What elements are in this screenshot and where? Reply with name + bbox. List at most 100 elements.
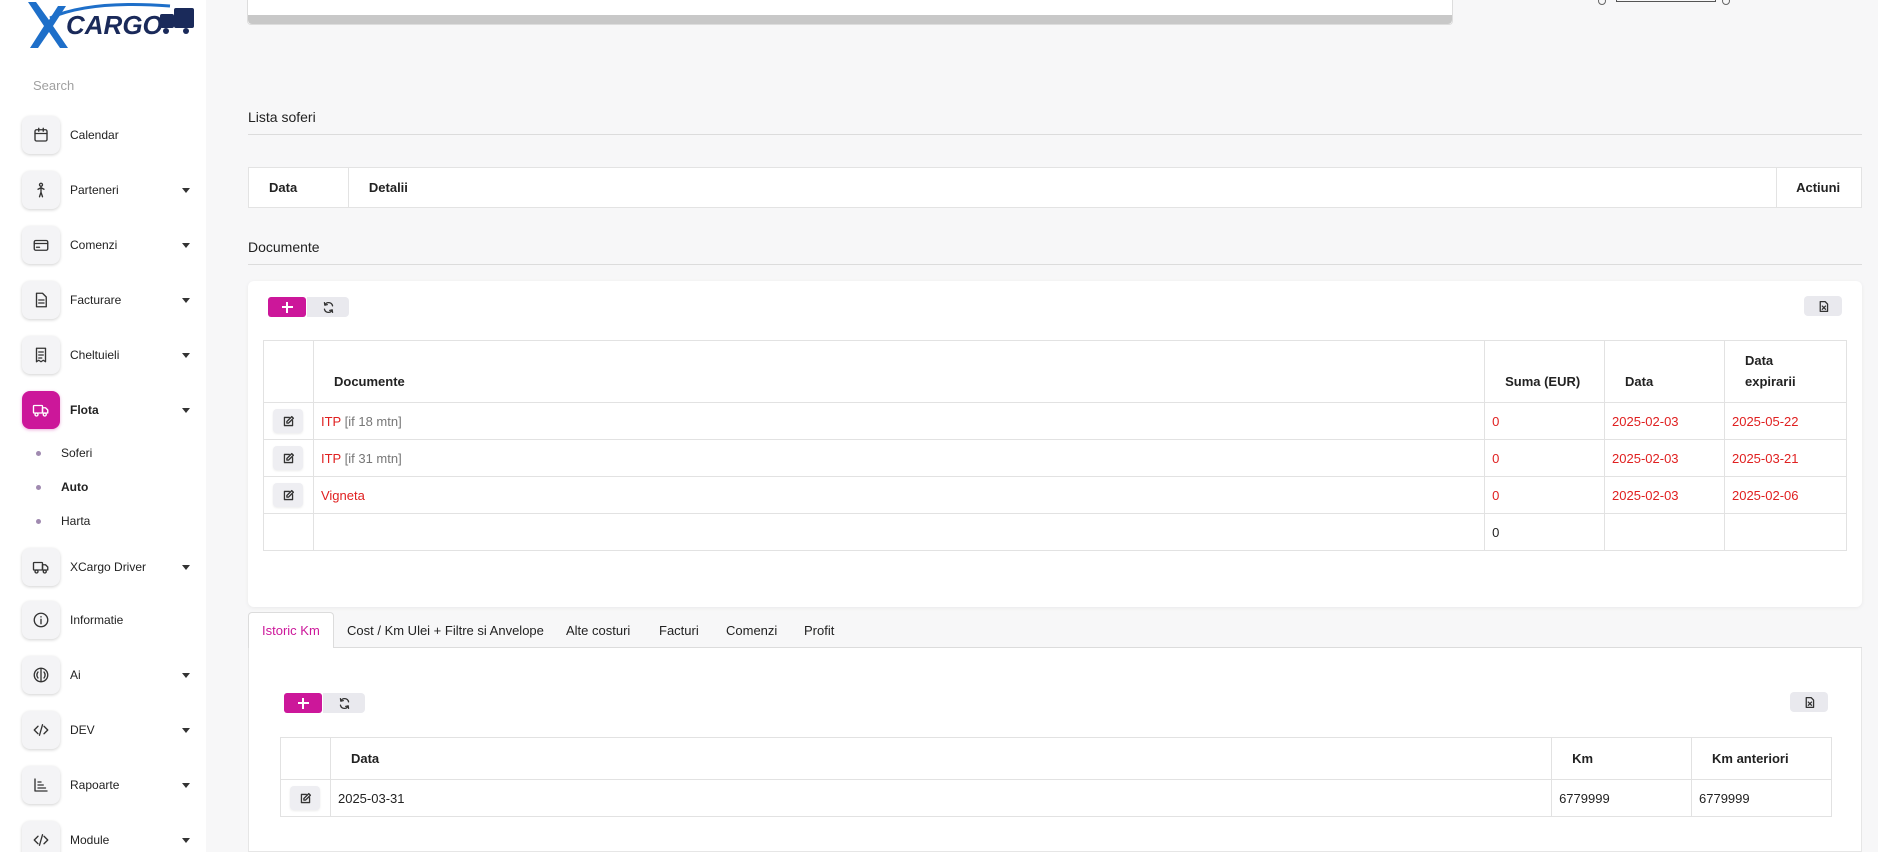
column-header-documente[interactable]: Documente [312,340,1486,403]
empty-cell [1723,513,1848,551]
sidebar-item-cheltuieli[interactable]: Cheltuieli [22,335,198,375]
receipt-icon [22,336,60,374]
tab-istoric-km[interactable]: Istoric Km [248,612,334,649]
chevron-down-icon[interactable] [182,407,190,413]
excel-file-icon [1819,300,1828,312]
sidebar-subitem-auto[interactable]: Auto [36,477,88,497]
document-name[interactable]: ITP [321,414,341,429]
edit-cell [263,476,314,514]
sidebar-item-xcargo-driver[interactable]: XCargo Driver [22,547,198,587]
expirare-cell: 2025-02-06 [1723,476,1848,514]
chevron-down-icon[interactable] [182,352,190,358]
chevron-down-icon[interactable] [182,297,190,303]
column-header-detalii[interactable]: Detalii [349,168,1778,207]
empty-cell [263,513,314,551]
truck-icon [22,391,60,429]
sidebar-subitem-label: Soferi [61,446,93,460]
vehicle-tabs: Istoric Km Cost / Km Ulei + Filtre si An… [248,612,1862,649]
column-header-edit [280,737,331,780]
column-header-km-anteriori[interactable]: Km anteriori [1691,737,1832,780]
sidebar-item-label: Calendar [70,128,119,142]
top-right-control[interactable] [1598,0,1730,5]
sidebar-item-label: XCargo Driver [70,560,147,574]
sidebar-item-label: Ai [70,668,81,682]
export-excel-button[interactable] [1804,296,1842,316]
suma-cell: 0 [1484,402,1606,440]
data-cell: 2025-02-03 [1604,439,1725,477]
edit-button[interactable] [273,446,304,470]
excel-file-icon [1805,696,1814,708]
sidebar-subitem-harta[interactable]: Harta [36,511,90,531]
sidebar-item-calendar[interactable]: Calendar [22,115,198,155]
edit-button[interactable] [290,786,321,810]
tab-facturi[interactable]: Facturi [659,612,699,648]
chevron-down-icon[interactable] [182,672,190,678]
column-header-data[interactable]: Data [329,737,1553,780]
sidebar-item-dev[interactable]: DEV [22,710,198,750]
tab-cost-km[interactable]: Cost / Km Ulei + Filtre si Anvelope [347,612,544,648]
chevron-down-icon[interactable] [182,242,190,248]
sidebar-item-parteneri[interactable]: Parteneri [22,170,198,210]
add-document-button[interactable] [268,297,306,317]
chevron-down-icon[interactable] [182,564,190,570]
sidebar-item-ai[interactable]: Ai [22,655,198,695]
chevron-down-icon[interactable] [182,727,190,733]
sidebar-item-label: Module [70,833,110,847]
sidebar-item-facturare[interactable]: Facturare [22,280,198,320]
column-header-data[interactable]: Data [249,168,349,207]
add-km-button[interactable] [284,693,322,713]
document-name-cell: Vigneta [312,476,1486,514]
sidebar-item-label: Parteneri [70,183,119,197]
tab-comenzi[interactable]: Comenzi [726,612,777,648]
chevron-down-icon[interactable] [182,782,190,788]
column-header-data-expirarii[interactable]: Data expirarii [1723,340,1848,403]
column-header-data[interactable]: Data [1604,340,1725,403]
truck-icon [22,548,60,586]
xcargo-logo[interactable]: CARGO [20,0,196,52]
sidebar-item-rapoarte[interactable]: Rapoarte [22,765,198,805]
sidebar-search-input[interactable] [33,75,183,95]
sidebar-item-label: Flota [70,403,99,417]
table-row: ITP [if 18 mtn] 0 2025-02-03 2025-05-22 [263,402,1848,440]
sidebar-item-informatie[interactable]: Informatie [22,600,198,640]
document-name[interactable]: ITP [321,451,341,466]
sidebar-item-module[interactable]: Module [22,820,198,852]
edit-button[interactable] [273,409,304,433]
refresh-documents-button[interactable] [307,297,349,317]
chevron-down-icon[interactable] [182,187,190,193]
sidebar-item-label: Rapoarte [70,778,120,792]
section-title-lista-soferi: Lista soferi [248,109,316,125]
logo-text: CARGO [66,10,163,40]
documents-table: Documente Suma (EUR) Data Data expirarii… [263,340,1848,551]
data-cell: 2025-03-31 [329,779,1553,817]
refresh-km-button[interactable] [323,693,365,713]
horizontal-scrollbar[interactable] [248,15,1452,24]
radio-icon[interactable] [1598,0,1606,5]
document-name-cell: ITP [if 18 mtn] [312,402,1486,440]
column-header-suma[interactable]: Suma (EUR) [1484,340,1606,403]
data-cell: 2025-02-03 [1604,476,1725,514]
document-name-cell: ITP [if 31 mtn] [312,439,1486,477]
document-icon [22,281,60,319]
sidebar-subitem-soferi[interactable]: Soferi [36,443,92,463]
chevron-down-icon[interactable] [182,837,190,843]
tab-alte-costuri[interactable]: Alte costuri [566,612,630,648]
top-right-input[interactable] [1616,0,1716,2]
sidebar-item-flota[interactable]: Flota [22,390,198,430]
radio-icon[interactable] [1722,0,1730,5]
column-header-km[interactable]: Km [1551,737,1693,780]
tab-profit[interactable]: Profit [804,612,834,648]
sidebar-item-comenzi[interactable]: Comenzi [22,225,198,265]
export-excel-button[interactable] [1790,692,1828,712]
info-icon [22,601,60,639]
edit-cell [280,779,331,817]
sidebar-item-label: DEV [70,723,95,737]
km-cell: 6779999 [1551,779,1693,817]
column-header-actiuni[interactable]: Actiuni [1777,168,1861,207]
edit-icon [283,452,295,463]
document-name[interactable]: Vigneta [321,488,365,503]
brain-icon [22,656,60,694]
sidebar-item-label: Facturare [70,293,122,307]
calendar-icon [22,116,60,154]
edit-button[interactable] [273,483,304,507]
